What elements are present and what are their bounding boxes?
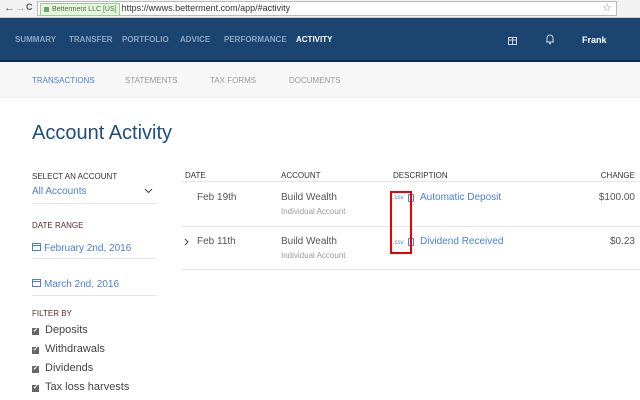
tab-transactions[interactable]: TRANSACTIONS [32,76,95,85]
divider [32,295,157,296]
checkbox-checked-icon[interactable]: ✔ [32,366,39,373]
forward-button[interactable]: → [15,2,26,14]
filter-deposits-checkbox[interactable]: ✔ Deposits [32,324,88,336]
main-nav: SUMMARY TRANSFER PORTFOLIO ADVICE PERFOR… [0,18,640,62]
divider [182,269,640,270]
row-change: $0.23 [609,236,635,247]
chevron-down-icon[interactable] [144,188,153,194]
divider [182,181,640,182]
nav-transfer[interactable]: TRANSFER [69,35,113,44]
date-end-input[interactable]: March 2nd, 2016 [44,279,119,290]
filter-withdrawals-checkbox[interactable]: ✔ Withdrawals [32,343,105,355]
col-description: DESCRIPTION [393,171,448,180]
nav-summary[interactable]: SUMMARY [15,35,56,44]
calendar-icon[interactable] [32,278,41,287]
filter-label-text: Deposits [45,324,88,336]
nav-performance[interactable]: PERFORMANCE [224,35,287,44]
row-change: $100.00 [598,192,635,203]
account-label: SELECT AN ACCOUNT [32,172,118,181]
checkbox-checked-icon[interactable]: ✔ [32,347,39,354]
nav-activity[interactable]: ACTIVITY [296,35,332,44]
divider [32,258,157,259]
bell-icon[interactable] [545,33,555,45]
filter-dividends-checkbox[interactable]: ✔ Dividends [32,362,93,374]
col-change: CHANGE [600,171,635,180]
checkbox-checked-icon[interactable]: ✔ [32,385,39,392]
filter-tax-loss-checkbox[interactable]: ✔ Tax loss harvests [32,381,129,393]
date-start-input[interactable]: February 2nd, 2016 [44,243,131,254]
bookmark-star-icon[interactable]: ☆ [602,2,612,15]
row-account: Build Wealth [281,236,337,247]
row-description[interactable]: Automatic Deposit [420,192,501,203]
gift-icon[interactable] [508,34,517,45]
back-button[interactable]: ← [4,2,15,14]
tab-documents[interactable]: DOCUMENTS [289,76,341,85]
row-date: Feb 11th [197,236,236,247]
filter-label: FILTER BY [32,309,72,318]
divider [32,203,157,204]
page-title: Account Activity [32,122,173,144]
checkbox-checked-icon[interactable]: ✔ [32,328,39,335]
secure-badge[interactable]: Betterment LLC [US] [40,3,120,16]
row-description[interactable]: Dividend Received [420,236,503,247]
row-account-type: Individual Account [281,207,346,216]
user-menu[interactable]: Frank [582,35,607,45]
row-account-type: Individual Account [281,251,346,260]
filter-label-text: Withdrawals [45,343,105,355]
filter-label-text: Dividends [45,362,94,374]
chevron-right-icon[interactable] [184,238,189,246]
tab-statements[interactable]: STATEMENTS [125,76,178,85]
calendar-icon[interactable] [32,242,41,251]
col-account: ACCOUNT [281,171,321,180]
col-date: DATE [185,171,206,180]
reload-button[interactable]: C [26,2,33,12]
highlight-box [390,191,412,254]
row-date: Feb 19th [197,192,237,203]
filter-label-text: Tax loss harvests [45,381,130,393]
nav-portfolio[interactable]: PORTFOLIO [122,35,169,44]
url-text: https://wwws.betterment.com/app/#activit… [121,3,291,13]
sub-nav: TRANSACTIONS STATEMENTS TAX FORMS DOCUME… [0,62,640,98]
tab-tax-forms[interactable]: TAX FORMS [210,76,256,85]
nav-advice[interactable]: ADVICE [180,35,210,44]
account-select-value[interactable]: All Accounts [32,186,86,197]
address-bar[interactable]: Betterment LLC [US] https://wwws.betterme… [37,1,617,16]
date-range-label: DATE RANGE [32,221,84,230]
browser-toolbar: ← → C Betterment LLC [US] https://wwws.be… [0,0,640,18]
row-account: Build Wealth [281,192,337,203]
